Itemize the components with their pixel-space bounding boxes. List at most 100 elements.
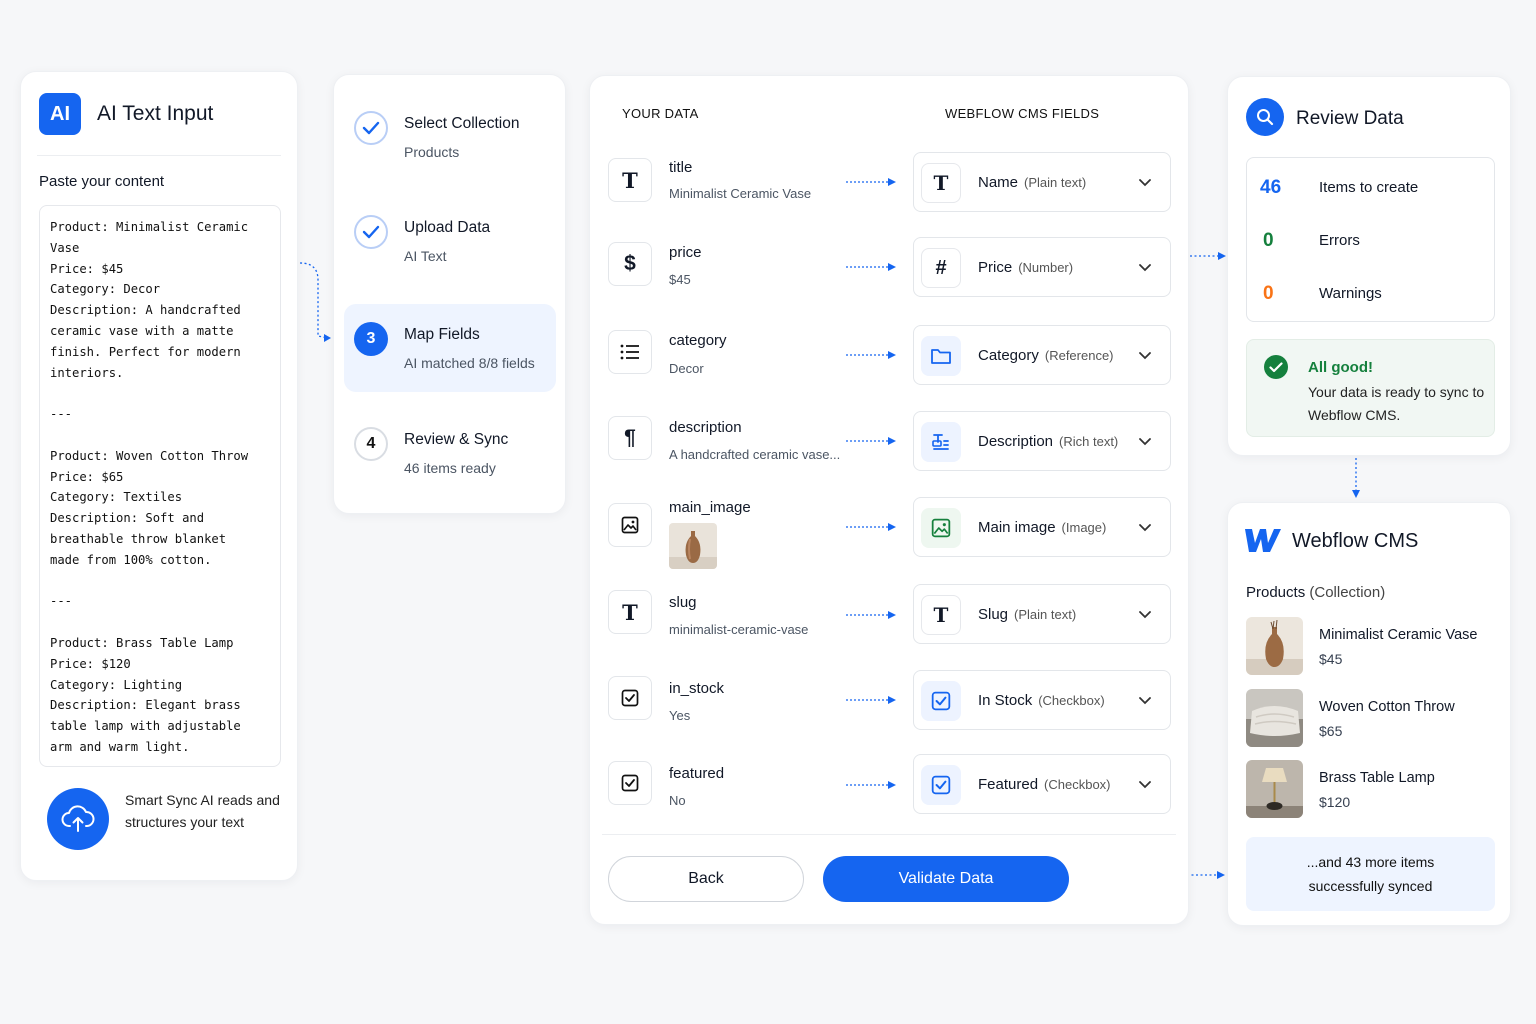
step-number: 3 bbox=[354, 322, 388, 356]
map-arrow bbox=[846, 781, 896, 789]
ai-logo: AI bbox=[39, 93, 81, 135]
step-map-fields[interactable]: 3 Map Fields AI matched 8/8 fields bbox=[344, 304, 556, 392]
step-desc: Products bbox=[404, 144, 460, 160]
checkbox-icon bbox=[921, 681, 961, 721]
text-icon: T bbox=[608, 590, 652, 634]
lamp-thumbnail bbox=[1246, 760, 1303, 818]
chevron-down-icon bbox=[1139, 524, 1151, 532]
cms-field-select-name[interactable]: T Name (Plain text) bbox=[913, 152, 1171, 212]
text-icon: T bbox=[608, 158, 652, 202]
warnings-count: 0 bbox=[1263, 283, 1274, 304]
review-data-panel: Review Data 46 Items to create 0 Errors … bbox=[1227, 76, 1511, 456]
chevron-down-icon bbox=[1139, 264, 1151, 272]
chevron-down-icon bbox=[1139, 781, 1151, 789]
check-icon bbox=[354, 111, 388, 145]
cms-field-label: Slug (Plain text) bbox=[978, 606, 1077, 623]
product-name: Brass Table Lamp bbox=[1319, 770, 1435, 786]
throw-thumbnail bbox=[1246, 689, 1303, 747]
cms-field-label: Featured (Checkbox) bbox=[978, 776, 1111, 793]
vase-thumbnail bbox=[669, 523, 717, 569]
cms-field-label: Name (Plain text) bbox=[978, 174, 1087, 191]
back-button[interactable]: Back bbox=[608, 856, 804, 902]
field-name: main_image bbox=[669, 499, 751, 516]
webflow-cms-panel: Webflow CMS Products (Collection) Minima… bbox=[1227, 502, 1511, 926]
paragraph-icon: ¶ bbox=[608, 416, 652, 460]
step-title: Upload Data bbox=[404, 219, 491, 236]
chevron-down-icon bbox=[1139, 611, 1151, 619]
product-name: Woven Cotton Throw bbox=[1319, 699, 1455, 715]
cms-field-label: In Stock (Checkbox) bbox=[978, 692, 1105, 709]
cms-field-select-price[interactable]: # Price (Number) bbox=[913, 237, 1171, 297]
rich-text-icon bbox=[921, 422, 961, 462]
map-arrow bbox=[846, 696, 896, 704]
field-name: category bbox=[669, 332, 727, 349]
chevron-down-icon bbox=[1139, 438, 1151, 446]
cms-field-label: Category (Reference) bbox=[978, 347, 1114, 364]
stat-label: Errors bbox=[1319, 232, 1360, 249]
field-value: Minimalist Ceramic Vase bbox=[669, 186, 812, 201]
divider bbox=[602, 834, 1176, 835]
map-arrow bbox=[846, 351, 896, 359]
field-name: title bbox=[669, 159, 693, 176]
step-select-collection[interactable]: Select Collection Products bbox=[344, 93, 556, 181]
checkbox-icon bbox=[608, 676, 652, 720]
field-value: Decor bbox=[669, 361, 704, 376]
cms-field-select-description[interactable]: Description (Rich text) bbox=[913, 411, 1171, 471]
synced-summary: ...and 43 more items successfully synced bbox=[1246, 837, 1495, 911]
connector-mapping-to-review bbox=[1190, 252, 1226, 260]
errors-count: 0 bbox=[1263, 230, 1274, 251]
field-name: description bbox=[669, 419, 742, 436]
cms-field-label: Price (Number) bbox=[978, 259, 1074, 276]
content-textarea[interactable]: Product: Minimalist Ceramic Vase Price: … bbox=[39, 205, 281, 767]
text-icon: T bbox=[921, 163, 961, 203]
stat-label: Warnings bbox=[1319, 285, 1382, 302]
field-value: No bbox=[669, 793, 686, 808]
step-review-sync[interactable]: 4 Review & Sync 46 items ready bbox=[344, 409, 556, 497]
cms-field-select-featured[interactable]: Featured (Checkbox) bbox=[913, 754, 1171, 814]
map-arrow bbox=[846, 437, 896, 445]
cms-field-select-category[interactable]: Category (Reference) bbox=[913, 325, 1171, 385]
search-icon bbox=[1246, 98, 1284, 136]
divider bbox=[37, 155, 281, 156]
cloud-upload-icon bbox=[47, 788, 109, 850]
text-icon: T bbox=[921, 595, 961, 635]
field-name: slug bbox=[669, 594, 697, 611]
list-item[interactable]: Brass Table Lamp $120 bbox=[1246, 760, 1496, 820]
cms-field-select-in-stock[interactable]: In Stock (Checkbox) bbox=[913, 670, 1171, 730]
image-icon bbox=[608, 503, 652, 547]
image-icon bbox=[921, 508, 961, 548]
step-desc: AI matched 8/8 fields bbox=[404, 355, 535, 371]
cms-field-select-main-image[interactable]: Main image (Image) bbox=[913, 497, 1171, 557]
field-name: in_stock bbox=[669, 680, 725, 697]
step-title: Map Fields bbox=[404, 326, 480, 343]
field-name: featured bbox=[669, 765, 725, 782]
product-price: $45 bbox=[1319, 651, 1343, 667]
field-value: minimalist-ceramic-vase bbox=[669, 622, 809, 637]
field-value: $45 bbox=[669, 272, 691, 287]
alert-title: All good! bbox=[1308, 359, 1373, 376]
map-arrow bbox=[846, 611, 896, 619]
chevron-down-icon bbox=[1139, 352, 1151, 360]
cms-field-label: Description (Rich text) bbox=[978, 433, 1119, 450]
list-item[interactable]: Woven Cotton Throw $65 bbox=[1246, 689, 1496, 749]
field-mapping-panel: YOUR DATA WEBFLOW CMS FIELDS T title Min… bbox=[589, 75, 1189, 925]
cms-fields-header: WEBFLOW CMS FIELDS bbox=[945, 106, 1100, 121]
webflow-logo-icon bbox=[1245, 529, 1281, 552]
map-arrow bbox=[846, 263, 896, 271]
product-price: $65 bbox=[1319, 723, 1343, 739]
vase-thumbnail bbox=[1246, 617, 1303, 675]
validate-data-button[interactable]: Validate Data bbox=[823, 856, 1069, 902]
checkbox-icon bbox=[608, 761, 652, 805]
connector-input-to-steps bbox=[299, 262, 331, 342]
dollar-icon: $ bbox=[608, 242, 652, 286]
list-item[interactable]: Minimalist Ceramic Vase $45 bbox=[1246, 617, 1496, 677]
all-good-alert: All good! Your data is ready to sync to … bbox=[1246, 339, 1495, 437]
step-desc: AI Text bbox=[404, 248, 447, 264]
map-arrow bbox=[846, 523, 896, 531]
textarea-label: Paste your content bbox=[39, 173, 165, 190]
panel-title: AI Text Input bbox=[97, 102, 214, 125]
step-upload-data[interactable]: Upload Data AI Text bbox=[344, 197, 556, 285]
cms-field-select-slug[interactable]: T Slug (Plain text) bbox=[913, 584, 1171, 644]
field-value: A handcrafted ceramic vase... bbox=[669, 447, 841, 462]
ai-text-input-panel: AI AI Text Input Paste your content Prod… bbox=[20, 71, 298, 881]
